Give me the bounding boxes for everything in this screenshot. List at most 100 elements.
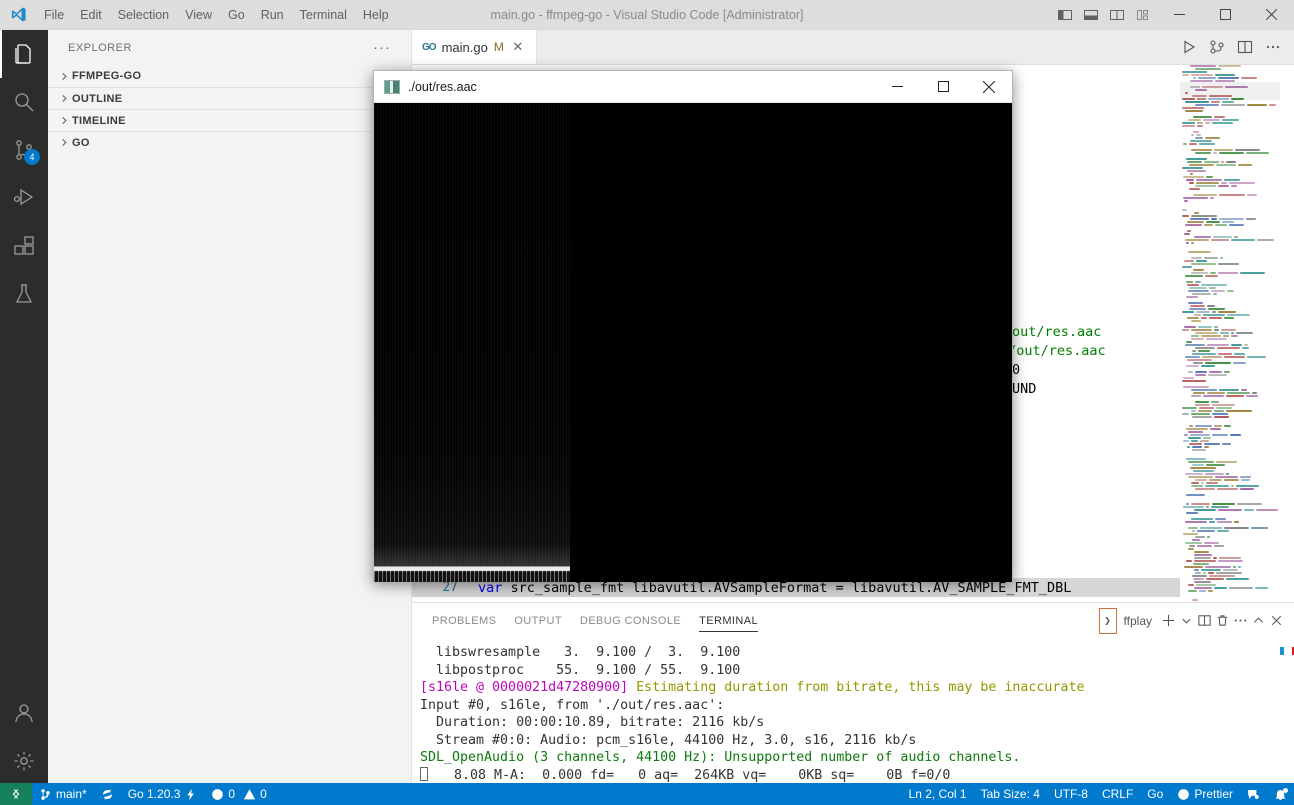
sidebar-more-actions-icon[interactable]: ··· xyxy=(373,39,391,56)
editor-more-actions-icon[interactable] xyxy=(1260,30,1286,65)
tab-main-go[interactable]: GO main.go M ✕ xyxy=(412,30,537,64)
editor-scrollbar[interactable] xyxy=(1280,65,1294,630)
activity-bar: 4 xyxy=(0,30,48,785)
ffplay-minimize-button[interactable] xyxy=(874,71,920,103)
ffplay-video-canvas[interactable] xyxy=(374,103,1012,582)
customize-layout-icon[interactable] xyxy=(1130,0,1156,30)
menu-edit[interactable]: Edit xyxy=(72,0,110,30)
sidebar-section-outline[interactable]: OUTLINE xyxy=(48,87,411,109)
terminal-line: libswresample 3. 9.100 / 3. 9.100 xyxy=(420,644,1294,662)
close-panel-icon[interactable] xyxy=(1269,608,1284,634)
sidebar-section-ffmpeg-go[interactable]: FFMPEG-GO xyxy=(48,65,411,87)
editor-minimap[interactable] xyxy=(1180,65,1280,630)
line-number: 27 xyxy=(442,580,458,595)
audio-spectrum-baseline xyxy=(374,571,570,582)
tab-debug-console[interactable]: DEBUG CONSOLE xyxy=(580,603,681,638)
sidebar-item-run-and-debug[interactable] xyxy=(0,174,48,222)
split-terminal-icon[interactable] xyxy=(1197,608,1212,634)
sidebar-title-label: EXPLORER xyxy=(68,41,132,54)
toggle-secondary-sidebar-icon[interactable] xyxy=(1104,0,1130,30)
terminal-dropdown-icon[interactable] xyxy=(1179,608,1194,634)
status-prettier-label: Prettier xyxy=(1194,787,1233,801)
status-encoding[interactable]: UTF-8 xyxy=(1047,783,1095,805)
chevron-right-icon xyxy=(56,138,72,147)
terminal-output[interactable]: libswresample 3. 9.100 / 3. 9.100 libpos… xyxy=(412,638,1294,786)
toggle-panel-icon[interactable] xyxy=(1078,0,1104,30)
menu-bar[interactable]: File Edit Selection View Go Run Terminal… xyxy=(36,0,397,30)
sidebar-section-go[interactable]: GO xyxy=(48,131,411,153)
terminal-text: 8.08 M-A: 0.000 fd= 0 aq= 264KB vq= 0KB … xyxy=(430,767,951,783)
toggle-primary-sidebar-icon[interactable] xyxy=(1052,0,1078,30)
accounts-icon[interactable] xyxy=(0,689,48,737)
tab-output[interactable]: OUTPUT xyxy=(514,603,562,638)
status-prettier[interactable]: Prettier xyxy=(1170,783,1240,805)
settings-gear-icon[interactable] xyxy=(0,737,48,785)
status-eol[interactable]: CRLF xyxy=(1095,783,1140,805)
tab-problems[interactable]: PROBLEMS xyxy=(432,603,496,638)
maximize-panel-icon[interactable] xyxy=(1251,608,1266,634)
ffplay-app-icon xyxy=(384,79,400,94)
chevron-right-icon xyxy=(56,94,72,103)
ffplay-window[interactable]: ./out/res.aac xyxy=(373,70,1013,582)
window-close-button[interactable] xyxy=(1248,0,1294,30)
sidebar-item-testing[interactable] xyxy=(0,270,48,318)
tab-terminal[interactable]: TERMINAL xyxy=(699,603,758,638)
audio-spectrum-stripes xyxy=(374,103,570,582)
menu-run[interactable]: Run xyxy=(253,0,292,30)
vscode-logo-icon xyxy=(0,6,36,23)
status-cursor-position[interactable]: Ln 2, Col 1 xyxy=(902,783,974,805)
sidebar-item-explorer[interactable] xyxy=(0,30,48,78)
terminal-text: libswresample 3. 9.100 / 3. 9.100 xyxy=(420,645,741,660)
split-editor-right-icon[interactable] xyxy=(1232,30,1258,65)
terminal-line: libpostproc 55. 9.100 / 55. 9.100 xyxy=(420,662,1294,680)
window-maximize-button[interactable] xyxy=(1202,0,1248,30)
status-sync[interactable] xyxy=(94,783,121,805)
terminal-instance-label[interactable]: ffplay xyxy=(1120,608,1158,634)
title-bar: File Edit Selection View Go Run Terminal… xyxy=(0,0,1294,30)
status-branch[interactable]: main* xyxy=(32,783,94,805)
sidebar-section-label: OUTLINE xyxy=(72,92,123,105)
menu-selection[interactable]: Selection xyxy=(110,0,177,30)
status-go-version[interactable]: Go 1.20.3 xyxy=(121,783,205,805)
sidebar-section-timeline[interactable]: TIMELINE xyxy=(48,109,411,131)
status-feedback[interactable] xyxy=(1240,783,1267,805)
sidebar-item-source-control[interactable]: 4 xyxy=(0,126,48,174)
menu-terminal[interactable]: Terminal xyxy=(292,0,355,30)
feedback-icon xyxy=(1248,789,1259,799)
run-and-debug-icon[interactable] xyxy=(1204,30,1230,65)
minimap-slider[interactable] xyxy=(1180,82,1280,100)
kill-terminal-icon[interactable] xyxy=(1215,608,1230,634)
new-terminal-icon[interactable] xyxy=(1161,608,1176,634)
sidebar-item-search[interactable] xyxy=(0,78,48,126)
code-fragment: ./out/res.aac xyxy=(1000,342,1106,359)
status-errors-warnings[interactable]: 0 0 xyxy=(204,783,273,805)
sidebar-item-extensions[interactable] xyxy=(0,222,48,270)
menu-file[interactable]: File xyxy=(36,0,72,30)
terminal-prompt-icon[interactable]: ❯ xyxy=(1098,607,1117,634)
tab-label: main.go xyxy=(441,39,488,55)
status-tab-size[interactable]: Tab Size: 4 xyxy=(974,783,1047,805)
error-icon xyxy=(212,788,224,800)
terminal-line: Duration: 00:00:10.89, bitrate: 2116 kb/… xyxy=(420,714,1294,732)
status-language-mode[interactable]: Go xyxy=(1140,783,1170,805)
terminal-cursor xyxy=(420,766,428,781)
ffplay-title-bar[interactable]: ./out/res.aac xyxy=(374,71,1012,103)
go-file-icon: GO xyxy=(422,41,437,53)
warning-icon xyxy=(243,788,256,799)
bottom-panel: PROBLEMS OUTPUT DEBUG CONSOLE TERMINAL ❯… xyxy=(412,602,1294,785)
terminal-command-marker xyxy=(1280,647,1284,655)
run-go-file-icon[interactable] xyxy=(1176,30,1202,65)
panel-tab-bar: PROBLEMS OUTPUT DEBUG CONSOLE TERMINAL ❯… xyxy=(412,603,1294,638)
ffplay-maximize-button[interactable] xyxy=(920,71,966,103)
remote-window-indicator[interactable] xyxy=(0,783,32,805)
menu-help[interactable]: Help xyxy=(355,0,397,30)
tab-close-icon[interactable]: ✕ xyxy=(510,39,526,55)
ffplay-close-button[interactable] xyxy=(966,71,1012,103)
menu-go[interactable]: Go xyxy=(220,0,253,30)
chevron-right-icon xyxy=(56,72,72,81)
status-notifications[interactable] xyxy=(1267,783,1294,805)
window-minimize-button[interactable] xyxy=(1156,0,1202,30)
menu-view[interactable]: View xyxy=(177,0,220,30)
code-fragment: out/res.aac xyxy=(1012,323,1102,340)
panel-more-actions-icon[interactable] xyxy=(1233,608,1248,634)
